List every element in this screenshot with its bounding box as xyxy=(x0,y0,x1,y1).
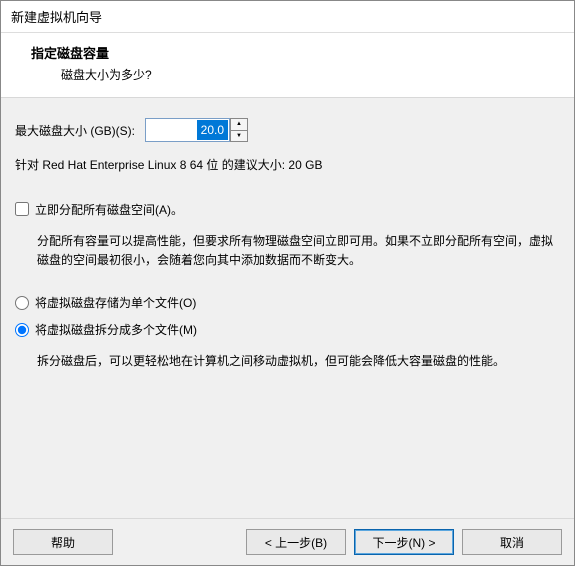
back-button[interactable]: < 上一步(B) xyxy=(246,529,346,555)
split-file-label[interactable]: 将虚拟磁盘拆分成多个文件(M) xyxy=(35,321,197,338)
page-title: 指定磁盘容量 xyxy=(31,43,554,62)
storage-radio-group: 将虚拟磁盘存储为单个文件(O) 将虚拟磁盘拆分成多个文件(M) 拆分磁盘后，可以… xyxy=(15,294,560,371)
single-file-row: 将虚拟磁盘存储为单个文件(O) xyxy=(15,294,560,311)
dialog-header: 指定磁盘容量 磁盘大小为多少? xyxy=(1,33,574,98)
titlebar: 新建虚拟机向导 xyxy=(1,1,574,33)
cancel-button[interactable]: 取消 xyxy=(462,529,562,555)
disk-size-spinner[interactable]: 20.0 ▲ ▼ xyxy=(145,118,248,142)
spinner-up-button[interactable]: ▲ xyxy=(230,118,248,130)
dialog-footer: 帮助 < 上一步(B) 下一步(N) > 取消 xyxy=(1,518,574,565)
single-file-radio[interactable] xyxy=(15,296,29,310)
allocate-all-label[interactable]: 立即分配所有磁盘空间(A)。 xyxy=(35,201,183,218)
window-title: 新建虚拟机向导 xyxy=(11,10,102,25)
single-file-label[interactable]: 将虚拟磁盘存储为单个文件(O) xyxy=(35,294,196,311)
spinner-down-button[interactable]: ▼ xyxy=(230,130,248,143)
split-file-row: 将虚拟磁盘拆分成多个文件(M) xyxy=(15,321,560,338)
page-subtitle: 磁盘大小为多少? xyxy=(61,66,554,83)
dialog-content: 最大磁盘大小 (GB)(S): 20.0 ▲ ▼ 针对 Red Hat Ente… xyxy=(1,98,574,518)
wizard-dialog: 新建虚拟机向导 指定磁盘容量 磁盘大小为多少? 最大磁盘大小 (GB)(S): … xyxy=(0,0,575,566)
disk-size-row: 最大磁盘大小 (GB)(S): 20.0 ▲ ▼ xyxy=(15,118,560,142)
disk-size-input[interactable]: 20.0 xyxy=(145,118,230,142)
allocate-all-row: 立即分配所有磁盘空间(A)。 xyxy=(15,201,560,218)
allocate-all-description: 分配所有容量可以提高性能，但要求所有物理磁盘空间立即可用。如果不立即分配所有空间… xyxy=(37,232,560,270)
help-button[interactable]: 帮助 xyxy=(13,529,113,555)
disk-size-value: 20.0 xyxy=(197,120,228,140)
recommended-size-text: 针对 Red Hat Enterprise Linux 8 64 位 的建议大小… xyxy=(15,156,560,173)
next-button[interactable]: 下一步(N) > xyxy=(354,529,454,555)
split-file-radio[interactable] xyxy=(15,323,29,337)
split-file-description: 拆分磁盘后，可以更轻松地在计算机之间移动虚拟机，但可能会降低大容量磁盘的性能。 xyxy=(37,352,560,371)
disk-size-label: 最大磁盘大小 (GB)(S): xyxy=(15,122,135,139)
allocate-all-checkbox[interactable] xyxy=(15,202,29,216)
spinner-buttons: ▲ ▼ xyxy=(230,118,248,142)
